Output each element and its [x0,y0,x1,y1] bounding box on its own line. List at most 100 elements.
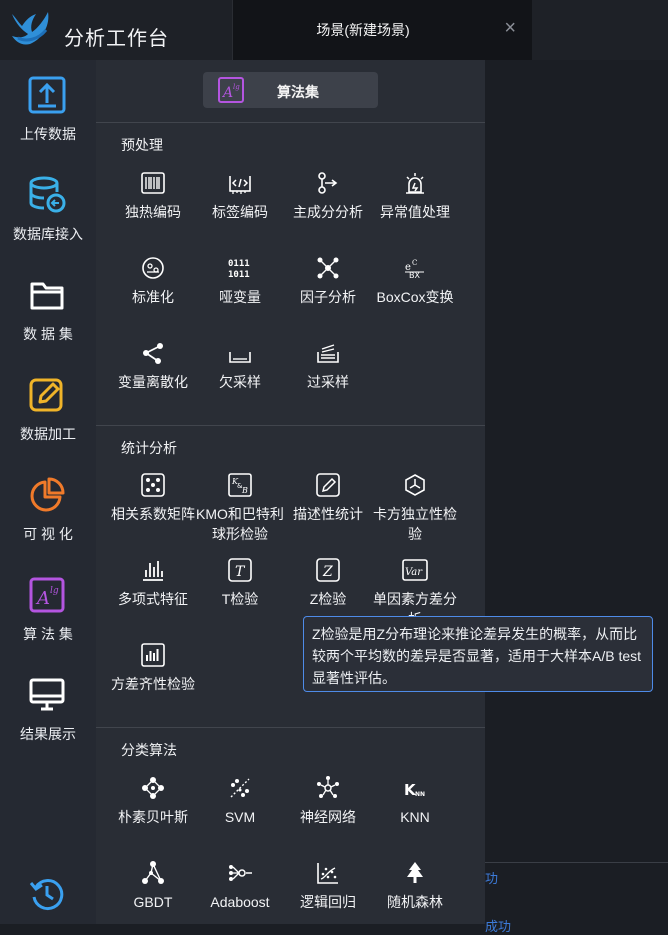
algo-label: 欠采样 [219,374,261,390]
algo-label: 相关系数矩阵 [111,506,195,522]
barcode-icon [141,172,165,194]
algo-dummy-variable[interactable]: 0111 1011 哑变量 [196,255,284,307]
sidebar-item-visualize[interactable]: 可 视 化 [0,476,96,566]
algo-neural-network[interactable]: 神经网络 [284,775,372,827]
algo-naive-bayes[interactable]: 朴素贝叶斯 [109,775,197,827]
algo-svm[interactable]: SVM [196,775,284,827]
algo-label: 标准化 [132,289,174,305]
algo-factor-analysis[interactable]: 因子分析 [284,255,372,307]
algo-discretization[interactable]: 变量离散化 [109,340,197,392]
sidebar-item-label: 数 据 集 [23,326,73,342]
scatter-split-icon [230,778,250,798]
top-bar: 分析工作台 场景(新建场景) × [0,0,668,60]
neural-net-icon [317,776,339,798]
alarm-icon [406,173,424,194]
algo-random-forest[interactable]: 随机森林 [371,860,459,912]
svg-text:A: A [221,85,233,101]
history-icon[interactable] [28,875,66,913]
svg-text:B: B [241,486,248,495]
algo-label: SVM [224,809,256,825]
algo-correlation-matrix[interactable]: 相关系数矩阵 [109,472,197,524]
tab-title[interactable]: 场景(新建场景) [233,20,493,40]
algo-label: 卡方独立性检验 [373,506,457,542]
svg-text:NN: NN [415,791,425,798]
tray-icon [229,352,251,363]
algo-pca[interactable]: 主成分分析 [284,170,372,222]
hexagon-icon [405,474,425,496]
section-title-statistics: 统计分析 [121,440,177,456]
divider [96,425,485,426]
algorithm-set-button[interactable]: Alg 算法集 [203,72,378,108]
algo-outlier-handling[interactable]: 异常值处理 [371,170,459,222]
code-icon [229,176,251,194]
kb-icon: K & B [228,473,252,497]
pie-chart-icon [28,476,66,514]
algo-label: 主成分分析 [293,204,363,220]
algo-label: 方差齐性检验 [111,676,195,692]
close-icon[interactable]: × [504,16,516,40]
svg-text:0111: 0111 [228,259,250,269]
algo-knn[interactable]: K NN KNN [371,775,459,827]
bar-chart-icon [143,561,163,581]
algo-adaboost[interactable]: Adaboost [196,860,284,912]
knn-icon: K NN [404,781,425,799]
algo-label: 因子分析 [300,289,356,305]
pencil-icon [316,473,340,497]
upload-icon [28,76,66,114]
database-icon [28,176,66,214]
sidebar-item-label: 结果展示 [20,726,76,742]
sidebar-item-label: 可 视 化 [23,526,73,542]
svg-text:Var: Var [405,567,423,578]
tab-scene[interactable]: 场景(新建场景) × [232,0,532,60]
section-title-preprocessing: 预处理 [121,137,163,153]
pine-tree-icon [407,862,423,883]
algo-homogeneity-variance[interactable]: 方差齐性检验 [109,642,197,694]
sidebar-item-results[interactable]: 结果展示 [0,676,96,766]
sidebar-item-dataset[interactable]: 数 据 集 [0,276,96,366]
sidebar-item-upload[interactable]: 上传数据 [0,76,96,166]
algo-label: 异常值处理 [380,204,450,220]
sidebar-item-label: 上传数据 [20,126,76,142]
z-icon: Z [316,558,340,582]
sidebar-item-label: 数据加工 [20,426,76,442]
algo-label: 神经网络 [300,809,356,825]
sidebar-item-processing[interactable]: 数据加工 [0,376,96,466]
var-icon: Var [402,559,428,581]
molecule-icon [142,777,164,799]
gauge-icon [142,257,164,279]
algo-label: 描述性统计 [293,506,363,522]
algo-z-test[interactable]: Z Z检验 [284,557,372,609]
algo-label: GBDT [133,894,173,910]
app-title: 分析工作台 [64,28,169,50]
algo-t-test[interactable]: T T检验 [196,557,284,609]
sidebar-item-algorithms[interactable]: Alg 算 法 集 [0,576,96,666]
algo-boxcox[interactable]: e C BX BoxCox变换 [371,255,459,307]
tree-nodes-icon [142,861,164,884]
algo-polynomial-features[interactable]: 多项式特征 [109,557,197,609]
algo-kmo-bartlett[interactable]: K & B KMO和巴特利球形检验 [196,472,284,544]
sidebar-item-label: 数据库接入 [13,226,83,242]
scatter-plot-icon [317,863,338,884]
algo-one-hot-encoding[interactable]: 独热编码 [109,170,197,222]
algo-chi-square[interactable]: 卡方独立性检验 [371,472,459,544]
t-icon: T [228,558,252,582]
algo-oversampling[interactable]: 过采样 [284,340,372,392]
section-title-classification: 分类算法 [121,742,177,758]
sidebar-item-database[interactable]: 数据库接入 [0,176,96,266]
algo-gbdt[interactable]: GBDT [109,860,197,912]
algo-label-encoding[interactable]: 标签编码 [196,170,284,222]
algo-logistic-regression[interactable]: 逻辑回归 [284,860,372,912]
algo-descriptive-stats[interactable]: 描述性统计 [284,472,372,524]
chart-box-icon [141,643,165,667]
algo-label: 标签编码 [212,204,268,220]
algo-label: KMO和巴特利球形检验 [196,506,284,542]
network-icon [317,257,339,279]
log-text: 成功 [485,919,512,934]
svg-text:Z: Z [322,564,333,580]
canvas-area [485,60,668,924]
algorithm-icon: Alg [28,576,66,614]
algo-label: 过采样 [307,374,349,390]
app-logo-icon [8,8,54,50]
algo-undersampling[interactable]: 欠采样 [196,340,284,392]
algo-standardization[interactable]: 标准化 [109,255,197,307]
